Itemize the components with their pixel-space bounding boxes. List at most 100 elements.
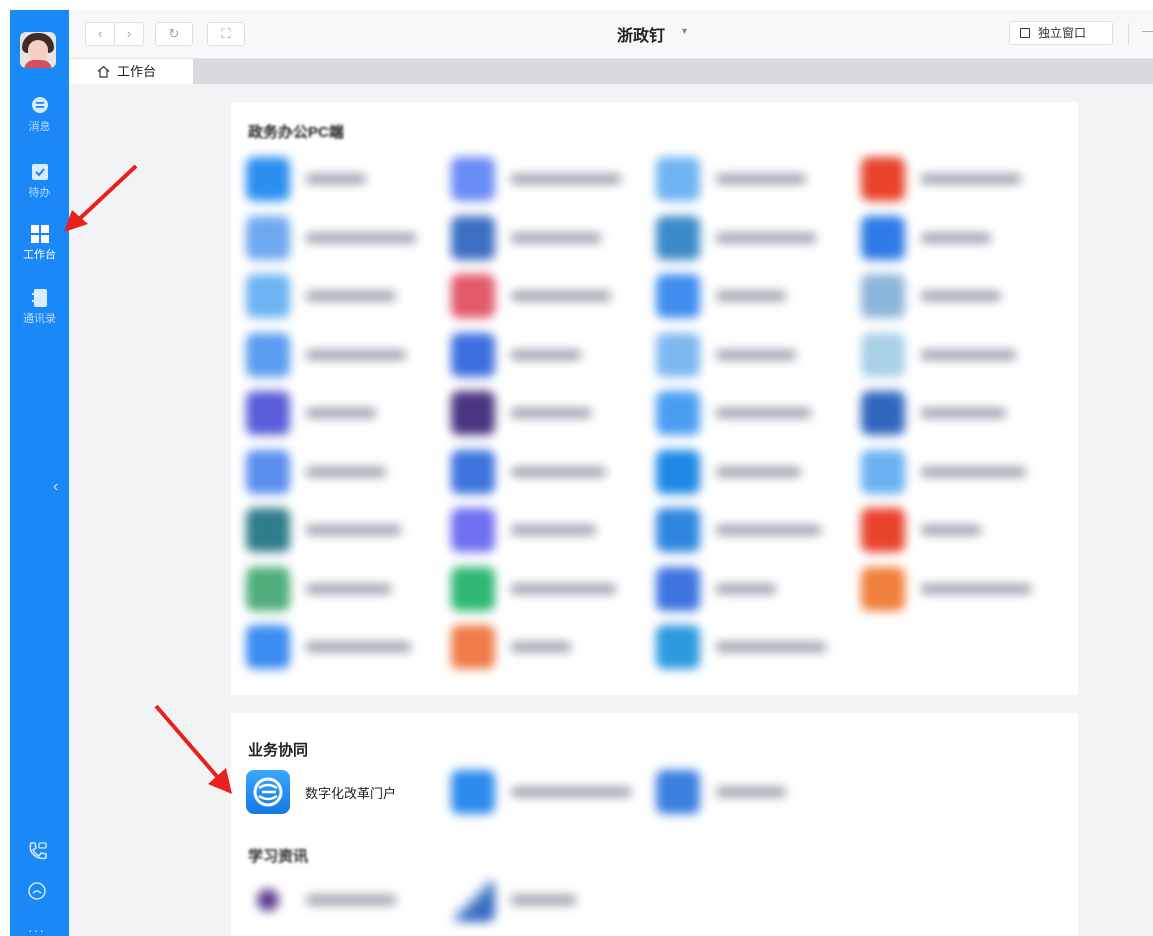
app-tile[interactable] <box>656 625 861 673</box>
app-label-placeholder <box>716 525 821 535</box>
app-label-placeholder <box>511 642 571 652</box>
app-label-placeholder <box>306 174 366 184</box>
tab-label: 工作台 <box>117 64 157 79</box>
app-tile[interactable] <box>861 215 1066 264</box>
app-label-placeholder <box>716 232 816 243</box>
phone-icon[interactable] <box>26 840 48 862</box>
app-icon <box>246 449 290 494</box>
app-label-placeholder <box>306 466 386 477</box>
chevron-left-icon: ‹ <box>97 26 103 41</box>
app-icon <box>246 508 290 552</box>
app-tile[interactable] <box>451 157 656 205</box>
app-label-placeholder <box>511 466 606 477</box>
sidebar-item-contacts[interactable]: 通讯录 <box>10 288 69 326</box>
forward-button[interactable]: › <box>114 22 144 46</box>
app-tile[interactable] <box>656 157 861 205</box>
app-tile[interactable] <box>656 332 861 381</box>
todo-icon <box>31 164 48 180</box>
app-tile[interactable] <box>246 449 451 498</box>
app-tile[interactable] <box>246 215 451 264</box>
annotation-arrow <box>64 164 138 232</box>
app-tile[interactable] <box>861 332 1066 381</box>
app-label-placeholder <box>716 642 826 652</box>
annotation-arrow <box>154 704 232 794</box>
sidebar-item-messages[interactable]: 消息 <box>10 96 69 134</box>
app-icon <box>246 625 290 669</box>
back-button[interactable]: ‹ <box>85 22 115 46</box>
app-label-placeholder <box>716 466 801 477</box>
app-icon <box>861 508 905 552</box>
app-tile[interactable] <box>656 391 861 439</box>
app-tile[interactable] <box>451 391 656 439</box>
app-label-placeholder <box>921 232 991 243</box>
section-title: 政务办公PC端 <box>248 124 344 141</box>
app-label-placeholder <box>921 174 1021 184</box>
more-icon[interactable]: ··· <box>28 922 45 936</box>
app-tile[interactable] <box>656 770 861 818</box>
user-avatar[interactable] <box>20 32 56 68</box>
fullscreen-button[interactable]: ⛶ <box>207 22 245 46</box>
app-label-placeholder <box>716 174 806 184</box>
message-icon <box>31 97 48 113</box>
app-tile[interactable] <box>861 157 1066 205</box>
sidebar-item-label: 通讯录 <box>23 313 56 325</box>
app-label-placeholder <box>511 583 616 594</box>
app-label-placeholder <box>306 642 411 652</box>
app-icon <box>246 332 290 377</box>
app-tile[interactable] <box>451 215 656 264</box>
app-tile[interactable] <box>246 391 451 439</box>
app-tile[interactable] <box>861 274 1066 322</box>
app-tile[interactable] <box>246 878 451 926</box>
app-tile[interactable] <box>246 508 451 556</box>
caret-down-icon[interactable]: ▼ <box>680 26 689 36</box>
app-tile[interactable] <box>656 508 861 556</box>
app-label-placeholder <box>716 408 811 418</box>
minimize-button[interactable]: — <box>1142 22 1153 38</box>
app-icon <box>246 157 290 201</box>
app-tile[interactable] <box>451 625 656 673</box>
app-tile[interactable] <box>656 215 861 264</box>
app-tile[interactable] <box>246 625 451 673</box>
app-icon <box>656 391 700 435</box>
app-icon <box>656 566 700 611</box>
app-label-placeholder <box>921 349 1016 360</box>
tab-workbench[interactable]: 工作台 <box>69 59 193 84</box>
portal-app-icon <box>246 770 290 814</box>
app-tile[interactable] <box>451 508 656 556</box>
app-label-placeholder <box>511 174 621 184</box>
app-tile[interactable] <box>246 332 451 381</box>
app-tile[interactable] <box>656 449 861 498</box>
app-label-placeholder <box>511 232 601 243</box>
app-tile[interactable] <box>656 274 861 322</box>
app-tile[interactable] <box>451 449 656 498</box>
app-tile[interactable] <box>246 274 451 322</box>
app-tile[interactable] <box>861 391 1066 439</box>
app-icon <box>656 215 700 260</box>
digital-reform-portal-app[interactable]: 数字化改革门户 <box>246 770 446 818</box>
app-tile[interactable] <box>861 449 1066 498</box>
app-icon <box>861 274 905 318</box>
app-tile[interactable] <box>451 274 656 322</box>
app-tile[interactable] <box>451 878 656 926</box>
app-label-placeholder <box>306 291 396 301</box>
section-title: 业务协同 <box>248 742 309 759</box>
app-tile[interactable] <box>451 770 656 818</box>
independent-window-button[interactable]: 独立窗口 <box>1009 21 1113 45</box>
app-label-placeholder <box>306 583 391 594</box>
app-tile[interactable] <box>861 566 1066 615</box>
app-tile[interactable] <box>451 332 656 381</box>
app-tile[interactable] <box>246 566 451 615</box>
app-tile[interactable] <box>861 508 1066 556</box>
app-icon <box>656 625 700 669</box>
app-tile[interactable] <box>246 157 451 205</box>
app-tile[interactable] <box>451 566 656 615</box>
cloud-icon[interactable] <box>26 880 48 902</box>
refresh-button[interactable]: ↻ <box>155 22 193 46</box>
app-tile[interactable] <box>656 566 861 615</box>
app-icon <box>861 332 905 377</box>
window-title[interactable]: 浙政钉 <box>617 22 665 46</box>
app-icon <box>246 274 290 318</box>
app-icon <box>861 215 905 260</box>
app-label-placeholder <box>921 408 1006 418</box>
collapse-sidebar-icon[interactable]: ‹ <box>53 478 58 496</box>
